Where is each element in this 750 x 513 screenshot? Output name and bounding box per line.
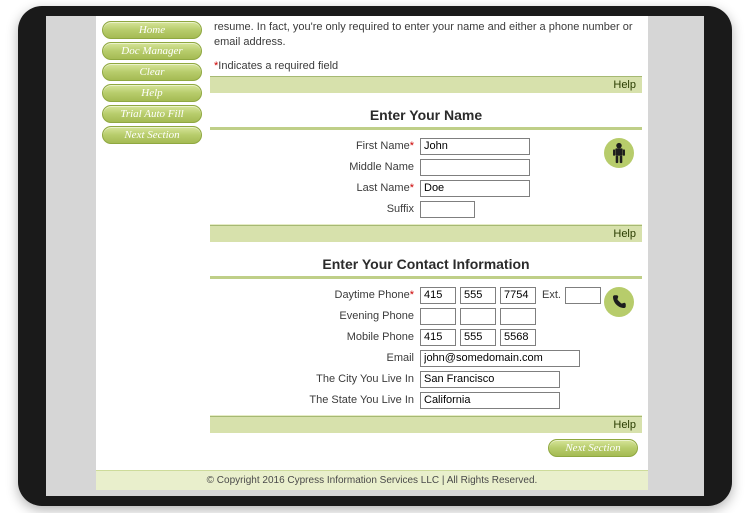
daytime-phone-b[interactable] — [460, 287, 496, 304]
first-name-input[interactable] — [420, 138, 530, 155]
suffix-input[interactable] — [420, 201, 475, 218]
page: Home Doc Manager Clear Help Trial Auto F… — [96, 16, 648, 470]
footer-text: © Copyright 2016 Cypress Information Ser… — [207, 475, 538, 486]
daytime-phone-ext[interactable] — [565, 287, 601, 304]
mobile-phone-b[interactable] — [460, 329, 496, 346]
help-link-contact[interactable]: Help — [210, 416, 642, 433]
city-input[interactable] — [420, 371, 560, 388]
evening-phone-b[interactable] — [460, 308, 496, 325]
suffix-label: Suffix — [214, 203, 420, 215]
email-input[interactable] — [420, 350, 580, 367]
tablet-frame: Home Doc Manager Clear Help Trial Auto F… — [18, 6, 732, 506]
section-name-body: First Name* Middle Name Last Name* — [210, 127, 642, 225]
ext-label: Ext. — [542, 289, 561, 301]
person-icon — [604, 138, 634, 168]
mobile-phone-c[interactable] — [500, 329, 536, 346]
nav-clear[interactable]: Clear — [102, 63, 202, 81]
state-label: The State You Live In — [214, 394, 420, 406]
help-link-intro[interactable]: Help — [210, 76, 642, 93]
evening-phone-c[interactable] — [500, 308, 536, 325]
screen: Home Doc Manager Clear Help Trial Auto F… — [46, 16, 704, 496]
daytime-phone-label: Daytime Phone* — [214, 289, 420, 301]
required-note: *Indicates a required field — [210, 56, 642, 76]
evening-phone-label: Evening Phone — [214, 310, 420, 322]
daytime-phone-c[interactable] — [500, 287, 536, 304]
mobile-phone-label: Mobile Phone — [214, 331, 420, 343]
footer: © Copyright 2016 Cypress Information Ser… — [96, 470, 648, 490]
first-name-label: First Name* — [214, 140, 420, 152]
nav-home[interactable]: Home — [102, 21, 202, 39]
daytime-phone-a[interactable] — [420, 287, 456, 304]
nav-next-section[interactable]: Next Section — [102, 126, 202, 144]
actions: Next Section — [210, 433, 642, 457]
section-name: Enter Your Name First Name* Middle Name — [210, 101, 642, 242]
city-label: The City You Live In — [214, 373, 420, 385]
next-section-button[interactable]: Next Section — [548, 439, 638, 457]
nav-help[interactable]: Help — [102, 84, 202, 102]
intro: resume. In fact, you're only required to… — [210, 16, 642, 93]
phone-icon — [604, 287, 634, 317]
section-contact-title: Enter Your Contact Information — [210, 250, 642, 276]
nav-trial-auto-fill[interactable]: Trial Auto Fill — [102, 105, 202, 123]
mobile-phone-a[interactable] — [420, 329, 456, 346]
last-name-input[interactable] — [420, 180, 530, 197]
state-input[interactable] — [420, 392, 560, 409]
sidebar: Home Doc Manager Clear Help Trial Auto F… — [102, 21, 202, 147]
email-label: Email — [214, 352, 420, 364]
required-text: Indicates a required field — [218, 60, 338, 72]
last-name-label: Last Name* — [214, 182, 420, 194]
page-gutter: Home Doc Manager Clear Help Trial Auto F… — [46, 16, 704, 496]
evening-phone-a[interactable] — [420, 308, 456, 325]
middle-name-label: Middle Name — [214, 161, 420, 173]
section-name-title: Enter Your Name — [210, 101, 642, 127]
middle-name-input[interactable] — [420, 159, 530, 176]
content: resume. In fact, you're only required to… — [210, 16, 642, 457]
help-link-name[interactable]: Help — [210, 225, 642, 242]
nav-doc-manager[interactable]: Doc Manager — [102, 42, 202, 60]
section-contact-body: Daytime Phone* Ext. Evening Phone — [210, 276, 642, 416]
section-contact: Enter Your Contact Information Daytime P… — [210, 250, 642, 433]
intro-line2: resume. In fact, you're only required to… — [210, 16, 642, 56]
